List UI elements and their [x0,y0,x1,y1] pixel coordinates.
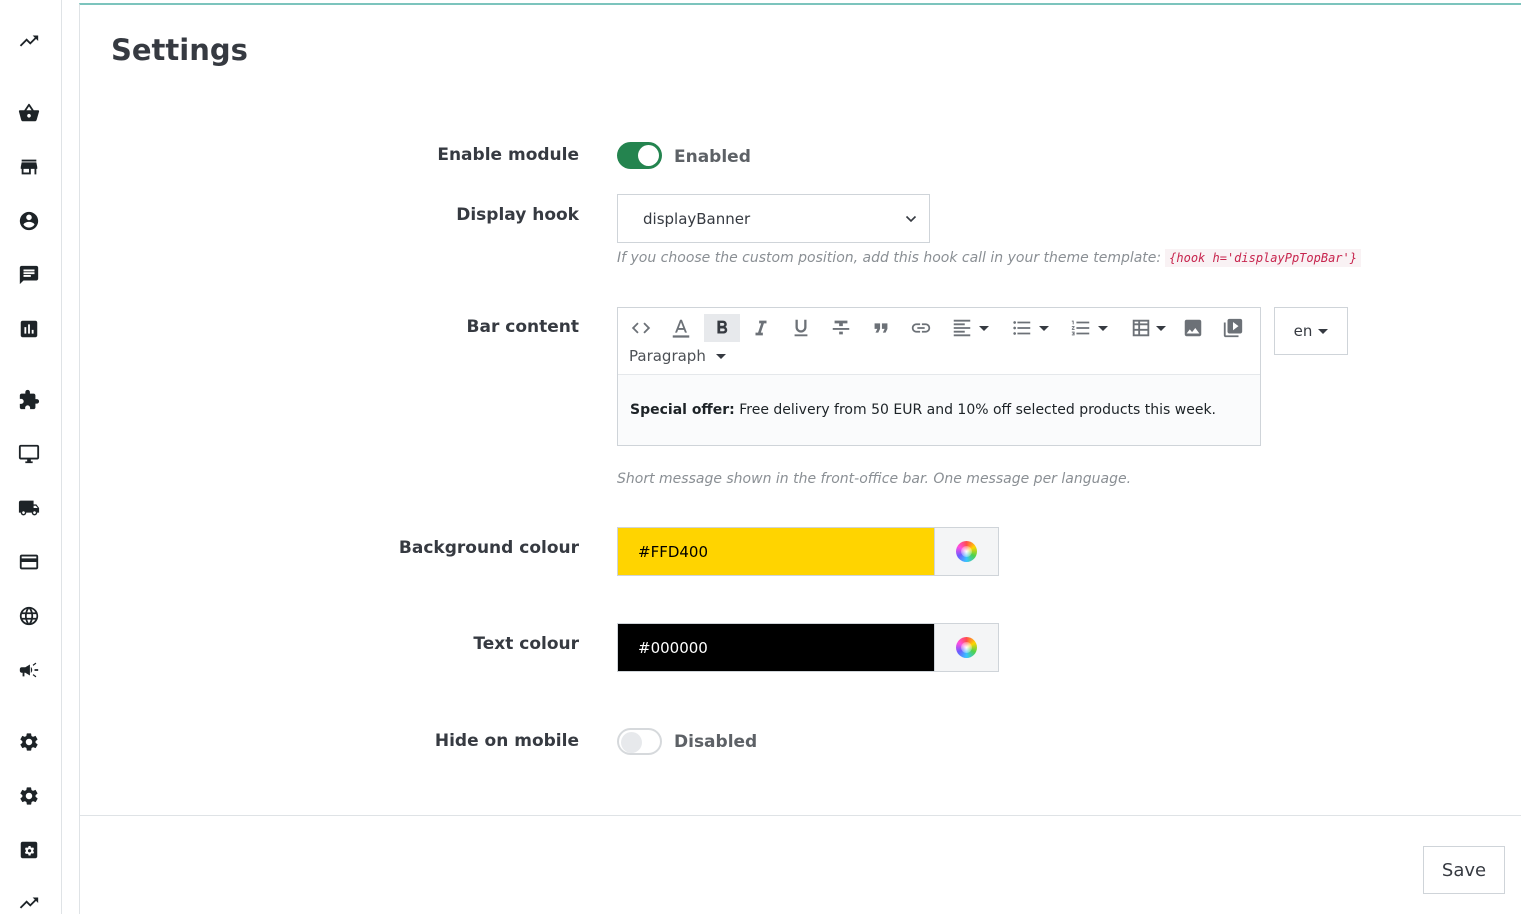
sidebar [0,0,62,914]
numbered-list-icon [1071,320,1090,336]
bar-content-help: Short message shown in the front-office … [617,471,1132,487]
caret-down-icon [1039,325,1049,331]
editor-content[interactable]: Special offer: Free delivery from 50 EUR… [618,375,1260,445]
globe-icon[interactable] [16,603,42,629]
text-colour-input[interactable]: #000000 [618,624,934,671]
italic-icon[interactable] [746,314,776,342]
stats-icon[interactable] [16,316,42,342]
text-colour-picker-button[interactable] [934,624,998,671]
gear-icon[interactable] [16,783,42,809]
desktop-icon[interactable] [16,441,42,467]
basket-icon[interactable] [16,100,42,126]
megaphone-icon[interactable] [16,657,42,683]
hide-on-mobile-toggle[interactable] [617,728,662,755]
bold-icon[interactable] [704,314,740,342]
display-hook-value: displayBanner [643,209,751,228]
caret-down-icon [1156,325,1166,331]
background-colour-input[interactable]: #FFD400 [618,528,934,575]
bullet-list-icon [1013,321,1031,335]
bullet-list-dropdown[interactable] [1006,314,1054,342]
display-hook-select[interactable]: displayBanner [617,194,930,243]
bar-content-label: Bar content [466,317,579,337]
table-dropdown[interactable] [1126,314,1170,342]
background-colour-picker-button[interactable] [934,528,998,575]
color-wheel-icon [956,637,977,658]
hook-code: {hook h='displayPpTopBar'} [1165,249,1361,267]
enable-module-label: Enable module [437,145,579,165]
chat-icon[interactable] [16,262,42,288]
language-value: en [1293,322,1313,340]
caret-down-icon [979,325,989,331]
hide-on-mobile-label: Hide on mobile [434,731,579,751]
trending-up-icon[interactable] [16,28,42,54]
rich-text-editor[interactable]: Paragraph Special offer: Free delivery f… [617,307,1261,446]
strikethrough-icon[interactable] [826,314,856,342]
user-icon[interactable] [16,208,42,234]
format-value: Paragraph [629,347,706,365]
text-color-icon[interactable] [666,314,696,342]
truck-icon[interactable] [16,495,42,521]
toggle-knob [638,145,659,166]
toggle-knob [621,732,642,753]
underline-icon[interactable] [786,314,816,342]
source-code-icon[interactable] [626,314,656,342]
table-icon [1132,319,1150,337]
editor-toolbar: Paragraph [618,308,1260,375]
enable-module-toggle[interactable] [617,142,662,169]
display-hook-help: If you choose the custom position, add t… [617,249,1361,267]
display-hook-label: Display hook [456,205,579,225]
store-icon[interactable] [16,154,42,180]
color-wheel-icon [956,541,977,562]
background-colour-label: Background colour [398,538,579,558]
display-hook-help-text: If you choose the custom position, add t… [617,250,1162,266]
align-left-icon [953,319,971,337]
format-dropdown[interactable]: Paragraph [629,347,726,365]
caret-down-icon [715,353,726,359]
puzzle-icon[interactable] [16,387,42,413]
panel-footer-divider [80,815,1521,816]
caret-down-icon [1098,325,1108,331]
gear-icon[interactable] [16,729,42,755]
language-dropdown[interactable]: en [1274,307,1348,355]
settings-box-icon[interactable] [16,837,42,863]
card-icon[interactable] [16,549,42,575]
image-icon[interactable] [1178,314,1208,342]
enable-module-state: Enabled [674,147,751,167]
blockquote-icon[interactable] [866,314,896,342]
link-icon[interactable] [906,314,936,342]
text-colour-label: Text colour [473,634,579,654]
chevron-down-icon [905,215,917,222]
media-icon[interactable] [1218,314,1248,342]
numbered-list-dropdown[interactable] [1065,314,1113,342]
text-colour-field: #000000 [617,623,999,672]
hide-on-mobile-state: Disabled [674,732,758,752]
save-button[interactable]: Save [1423,846,1505,894]
align-dropdown[interactable] [946,314,994,342]
trending-up-icon[interactable] [16,890,42,916]
page-title: Settings [111,33,248,67]
content-bold-text: Special offer: [630,402,735,418]
background-colour-field: #FFD400 [617,527,999,576]
content-text: Free delivery from 50 EUR and 10% off se… [734,402,1217,418]
caret-down-icon [1318,328,1329,334]
settings-panel: Settings Enable module Enabled Display h… [79,3,1521,914]
